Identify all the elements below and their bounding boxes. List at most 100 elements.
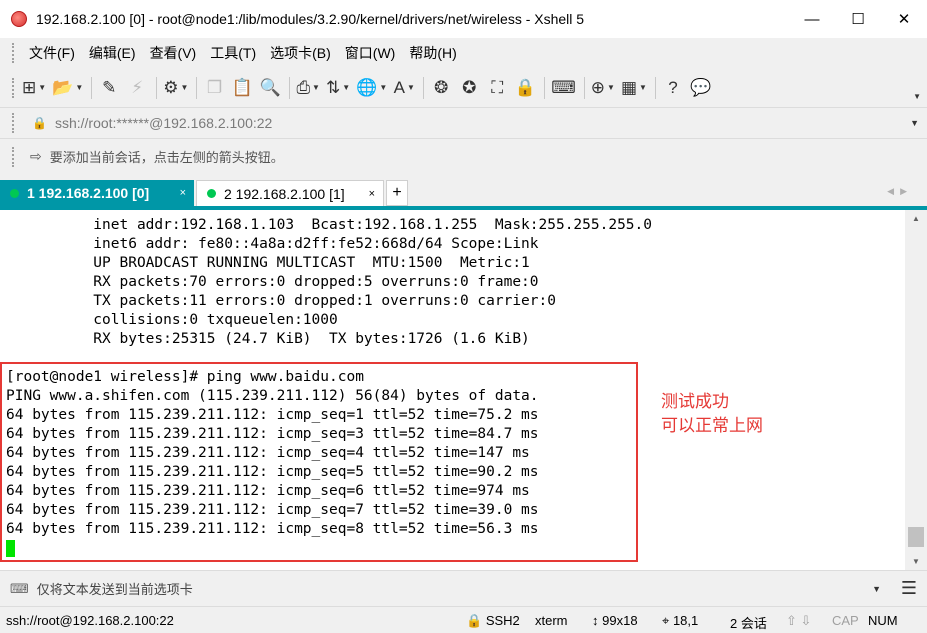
status-size: ↕ 99x18	[592, 613, 638, 628]
menu-edit[interactable]: 编辑(E)	[82, 43, 143, 63]
add-session-arrow-icon[interactable]: ⇨	[30, 148, 42, 165]
disconnect-icon[interactable]: ⚡	[126, 75, 148, 101]
terminal-line: TX packets:11 errors:0 dropped:1 overrun…	[6, 293, 556, 309]
maximize-button[interactable]: ☐	[835, 0, 881, 38]
status-terminal-type: xterm	[535, 613, 568, 628]
tab-scroll-arrows-icon[interactable]: ◀▶	[887, 186, 913, 197]
send-text-icon: ⌨	[10, 580, 29, 596]
toolbar-overflow-icon[interactable]: ▼	[913, 92, 921, 101]
scroll-down-icon[interactable]: ▼	[905, 557, 927, 566]
terminal-line: RX packets:70 errors:0 dropped:5 overrun…	[6, 274, 539, 290]
layout-icon[interactable]: ▦ ▼	[621, 75, 647, 101]
terminal-line: collisions:0 txqueuelen:1000	[6, 312, 338, 328]
menu-tools[interactable]: 工具(T)	[203, 43, 263, 63]
terminal-line: RX bytes:25315 (24.7 KiB) TX bytes:1726 …	[6, 331, 530, 347]
toolbar-separator	[196, 76, 198, 99]
status-connection: ssh://root@192.168.2.100:22	[6, 613, 174, 628]
resize-icon: ↕	[592, 613, 599, 628]
menu-tabs[interactable]: 选项卡(B)	[263, 43, 338, 63]
close-button[interactable]: ✕	[881, 0, 927, 38]
xmanager-icon[interactable]: ✪	[458, 75, 480, 101]
tab-label: 2 192.168.2.100 [1]	[224, 185, 345, 202]
keyboard-icon[interactable]: ⌨	[551, 75, 576, 101]
hint-text: 要添加当前会话，点击左侧的箭头按钮。	[49, 150, 284, 165]
cursor-position-icon: ⌖	[662, 613, 670, 628]
annotation-line: 测试成功	[661, 392, 729, 412]
session-nav-arrows-icon[interactable]: ⇧ ⇩	[786, 613, 811, 629]
highlight-box	[0, 362, 638, 562]
xshell-logo-icon	[11, 11, 27, 27]
scroll-thumb[interactable]	[908, 527, 924, 547]
menu-file[interactable]: 文件(F)	[22, 43, 82, 63]
globe-icon[interactable]: 🌐 ▼	[356, 75, 387, 101]
toolbar-grip	[12, 77, 16, 98]
connected-status-icon	[10, 188, 19, 198]
copy-icon[interactable]: ❐	[203, 75, 225, 101]
address-input[interactable]: 🔒 ssh://root:******@192.168.2.100:22 ▼	[22, 111, 925, 135]
toolbar: ⊞ ▼ 📂 ▼ ✎ ⚡ ⚙ ▼ ❐ 📋 🔍 ⎙ ▼ ⇅ ▼ 🌐 ▼ A ▼ ❂ ✪ ⛶ 🔒 ⌨…	[0, 68, 927, 108]
terminal-area[interactable]: inet addr:192.168.1.103 Bcast:192.168.1.…	[0, 210, 905, 570]
compose-bar[interactable]: ⌨ 仅将文本发送到当前选项卡 ▼ ☰	[0, 570, 927, 606]
lock-icon: 🔒	[32, 116, 47, 130]
window-title: 192.168.2.100 [0] - root@node1:/lib/modu…	[36, 11, 585, 27]
status-caps: CAP	[832, 613, 859, 628]
connected-status-icon	[207, 189, 216, 198]
menu-help[interactable]: 帮助(H)	[402, 43, 463, 63]
find-icon[interactable]: 🔍	[259, 75, 281, 101]
tab-session-2[interactable]: 2 192.168.2.100 [1] ×	[196, 180, 384, 206]
hint-grip	[12, 146, 16, 167]
status-sessions: 2 会话	[730, 616, 767, 631]
properties-icon[interactable]: ⚙ ▼	[163, 75, 188, 101]
scroll-up-icon[interactable]: ▲	[905, 214, 927, 223]
transfer-icon[interactable]: ⇅ ▼	[326, 75, 350, 101]
tab-label: 1 192.168.2.100 [0]	[27, 185, 150, 201]
status-num: NUM	[868, 613, 898, 628]
status-size-label: 99x18	[602, 613, 638, 628]
paste-icon[interactable]: 📋	[231, 75, 253, 101]
toolbar-separator	[423, 76, 425, 99]
fullscreen-icon[interactable]: ⛶	[486, 75, 508, 101]
menu-view[interactable]: 查看(V)	[143, 43, 204, 63]
menu-window[interactable]: 窗口(W)	[338, 43, 403, 63]
terminal-line: inet6 addr: fe80::4a8a:d2ff:fe52:668d/64…	[6, 236, 539, 252]
minimize-button[interactable]: —	[789, 0, 835, 38]
terminal-line: inet addr:192.168.1.103 Bcast:192.168.1.…	[6, 217, 653, 233]
lock-icon[interactable]: 🔒	[514, 75, 536, 101]
annotation-line: 可以正常上网	[661, 416, 763, 436]
tab-session-1[interactable]: 1 192.168.2.100 [0] ×	[0, 180, 194, 206]
print-icon[interactable]: ⎙ ▼	[296, 75, 320, 101]
lock-icon: 🔒	[466, 613, 483, 628]
session-hint-bar: ⇨ 要添加当前会话，点击左侧的箭头按钮。	[0, 138, 927, 174]
open-folder-icon[interactable]: 📂 ▼	[52, 75, 83, 101]
add-tab-icon[interactable]: ⊕ ▼	[591, 75, 615, 101]
status-bar: ssh://root@192.168.2.100:22 🔒 SSH2 xterm…	[0, 606, 927, 633]
hamburger-menu-icon[interactable]: ☰	[901, 578, 917, 599]
address-value: ssh://root:******@192.168.2.100:22	[54, 115, 273, 131]
edit-icon[interactable]: ✎	[98, 75, 120, 101]
compose-placeholder: 仅将文本发送到当前选项卡	[36, 582, 193, 597]
menu-bar: 文件(F) 编辑(E) 查看(V) 工具(T) 选项卡(B) 窗口(W) 帮助(…	[0, 38, 927, 68]
font-icon[interactable]: A ▼	[393, 75, 415, 101]
toolbar-separator	[156, 76, 158, 99]
address-dropdown-icon[interactable]: ▼	[910, 118, 919, 128]
address-grip	[12, 113, 16, 133]
help-icon[interactable]: ?	[662, 75, 684, 101]
tab-close-icon[interactable]: ×	[180, 187, 186, 199]
new-session-icon[interactable]: ⊞ ▼	[22, 75, 46, 101]
status-protocol-label: SSH2	[485, 613, 520, 628]
address-bar: 🔒 ssh://root:******@192.168.2.100:22 ▼	[0, 108, 927, 138]
toolbar-separator	[654, 76, 656, 99]
vertical-scrollbar[interactable]: ▲ ▼	[905, 210, 927, 570]
new-tab-button[interactable]: +	[386, 180, 408, 206]
toolbar-separator	[583, 76, 585, 99]
chat-icon[interactable]: 💬	[690, 75, 712, 101]
tab-close-icon[interactable]: ×	[369, 188, 375, 200]
menu-grip	[12, 43, 16, 63]
xftp-icon[interactable]: ❂	[430, 75, 452, 101]
window-controls: — ☐ ✕	[789, 0, 927, 38]
status-protocol: 🔒 SSH2	[466, 613, 520, 629]
compose-dropdown-icon[interactable]: ▼	[872, 584, 881, 594]
tab-bar: 1 192.168.2.100 [0] × 2 192.168.2.100 [1…	[0, 174, 927, 210]
terminal-line: UP BROADCAST RUNNING MULTICAST MTU:1500 …	[6, 255, 530, 271]
toolbar-separator	[91, 76, 93, 99]
